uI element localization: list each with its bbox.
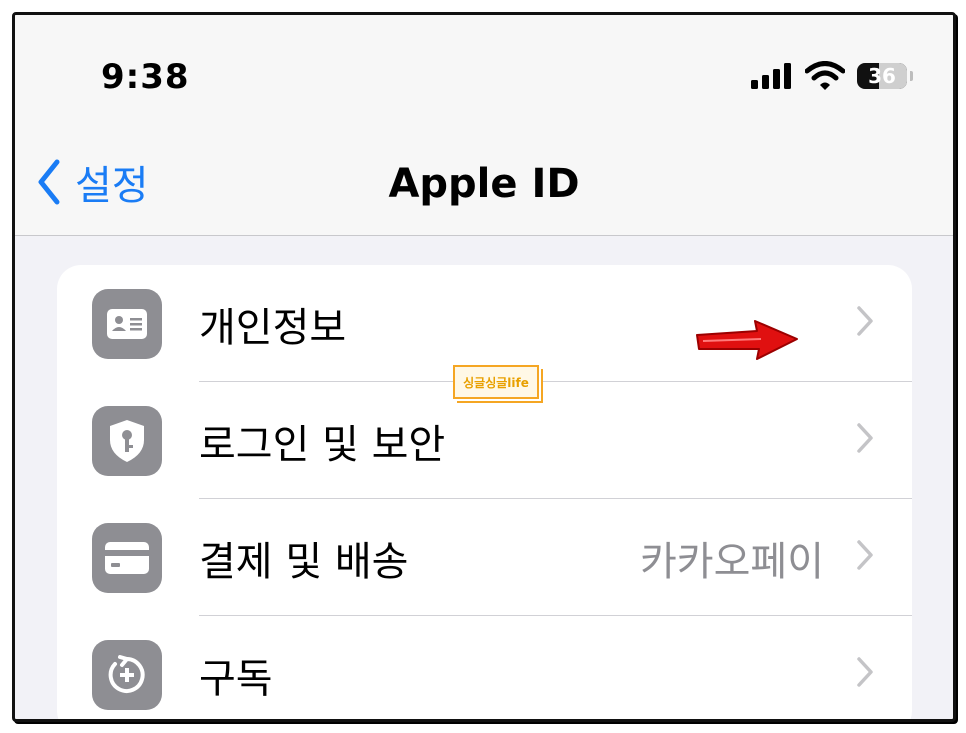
battery-icon: 36 <box>857 63 907 89</box>
battery-cap <box>910 71 913 81</box>
chevron-right-icon <box>857 423 873 453</box>
chevron-right-icon <box>857 657 873 687</box>
status-time: 9:38 <box>101 57 190 97</box>
status-bar: 9:38 36 <box>15 15 953 125</box>
list-item-subscriptions[interactable]: 구독 <box>57 616 912 719</box>
navigation-bar: 설정 Apple ID <box>15 125 953 236</box>
status-icons: 36 <box>751 59 913 93</box>
credit-card-icon <box>92 523 162 593</box>
list-item-sign-in-security[interactable]: 로그인 및 보안 <box>57 382 912 499</box>
chevron-right-icon <box>857 306 873 336</box>
wifi-icon <box>805 61 845 90</box>
page-title: Apple ID <box>388 161 580 207</box>
battery-level: 36 <box>868 64 896 88</box>
shield-key-icon <box>92 406 162 476</box>
watermark-badge: 싱글싱글life <box>453 365 539 399</box>
subscription-plus-icon <box>92 640 162 710</box>
row-label: 개인정보 <box>199 305 347 351</box>
contact-card-icon <box>92 289 162 359</box>
chevron-right-icon <box>857 540 873 570</box>
phone-screenshot-frame: 9:38 36 설정 Apple ID 개인정보 로그인 및 보안 결제 및 배… <box>12 12 956 722</box>
row-value: 카카오페이 <box>640 539 824 585</box>
row-label: 로그인 및 보안 <box>199 422 446 468</box>
cellular-signal-icon <box>751 63 791 89</box>
row-label: 구독 <box>199 656 273 702</box>
row-label: 결제 및 배송 <box>199 539 409 585</box>
list-item-payment-shipping[interactable]: 결제 및 배송 카카오페이 <box>57 499 912 616</box>
red-arrow-annotation <box>696 320 798 360</box>
